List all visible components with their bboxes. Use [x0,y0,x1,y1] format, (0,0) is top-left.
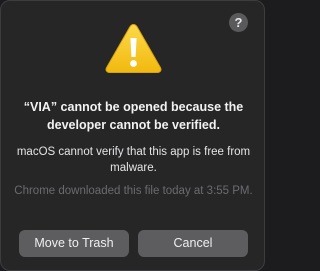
help-icon: ? [234,15,243,30]
help-button[interactable]: ? [229,13,248,32]
move-to-trash-button[interactable]: Move to Trash [19,230,129,257]
cancel-button[interactable]: Cancel [138,230,248,257]
download-info: Chrome downloaded this file today at 3:5… [14,185,253,197]
warning-triangle-icon [105,23,162,73]
dialog-message: macOS cannot verify that this app is fre… [16,146,251,174]
security-alert-dialog: ? “VIA” cannot be opened because the dev… [0,0,265,271]
dialog-title: “VIA” cannot be opened because the devel… [23,100,244,132]
